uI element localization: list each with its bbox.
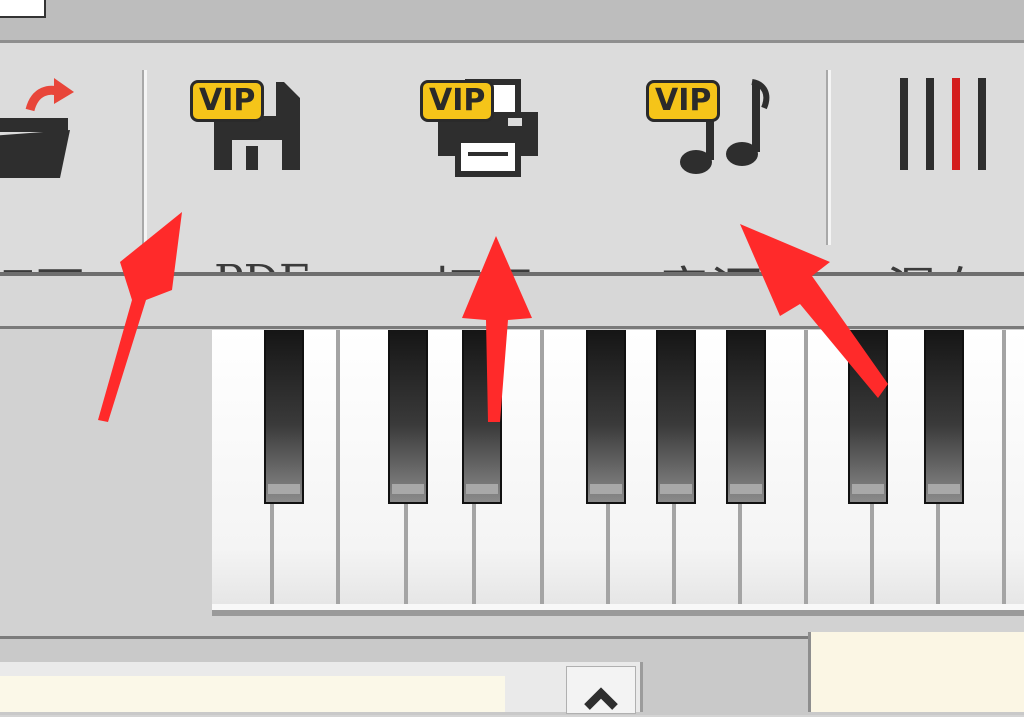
waterfall-button[interactable]: 瀑布 xyxy=(870,60,1024,323)
scroll-up-button[interactable] xyxy=(566,666,636,714)
side-panel xyxy=(808,632,1024,712)
vip-badge: VIP xyxy=(190,80,265,122)
vip-badge: VIP xyxy=(646,80,721,122)
sound-source-button[interactable]: VIP 音源 xyxy=(636,60,796,323)
black-key[interactable] xyxy=(924,330,964,504)
window-corner-control[interactable] xyxy=(0,0,46,18)
score-page[interactable] xyxy=(0,676,505,712)
toolbar-divider xyxy=(142,70,147,245)
black-key[interactable] xyxy=(462,330,502,504)
open-button[interactable]: 打开 xyxy=(0,60,120,323)
title-bar xyxy=(0,0,1024,43)
black-key[interactable] xyxy=(586,330,626,504)
black-key[interactable] xyxy=(848,330,888,504)
black-key[interactable] xyxy=(726,330,766,504)
toolbar-strip xyxy=(0,276,1024,326)
chevron-up-icon xyxy=(584,687,618,710)
piano-keyboard[interactable] xyxy=(212,330,1024,616)
open-folder-icon xyxy=(0,78,74,178)
black-key[interactable] xyxy=(388,330,428,504)
black-key[interactable] xyxy=(656,330,696,504)
vip-badge: VIP xyxy=(420,80,495,122)
black-key[interactable] xyxy=(264,330,304,504)
pdf-button[interactable]: VIP PDF xyxy=(180,60,340,307)
white-key[interactable] xyxy=(1006,330,1024,604)
toolbar-divider xyxy=(826,70,831,245)
waterfall-bars-icon xyxy=(900,78,986,170)
print-button[interactable]: VIP 打印 xyxy=(410,60,570,323)
